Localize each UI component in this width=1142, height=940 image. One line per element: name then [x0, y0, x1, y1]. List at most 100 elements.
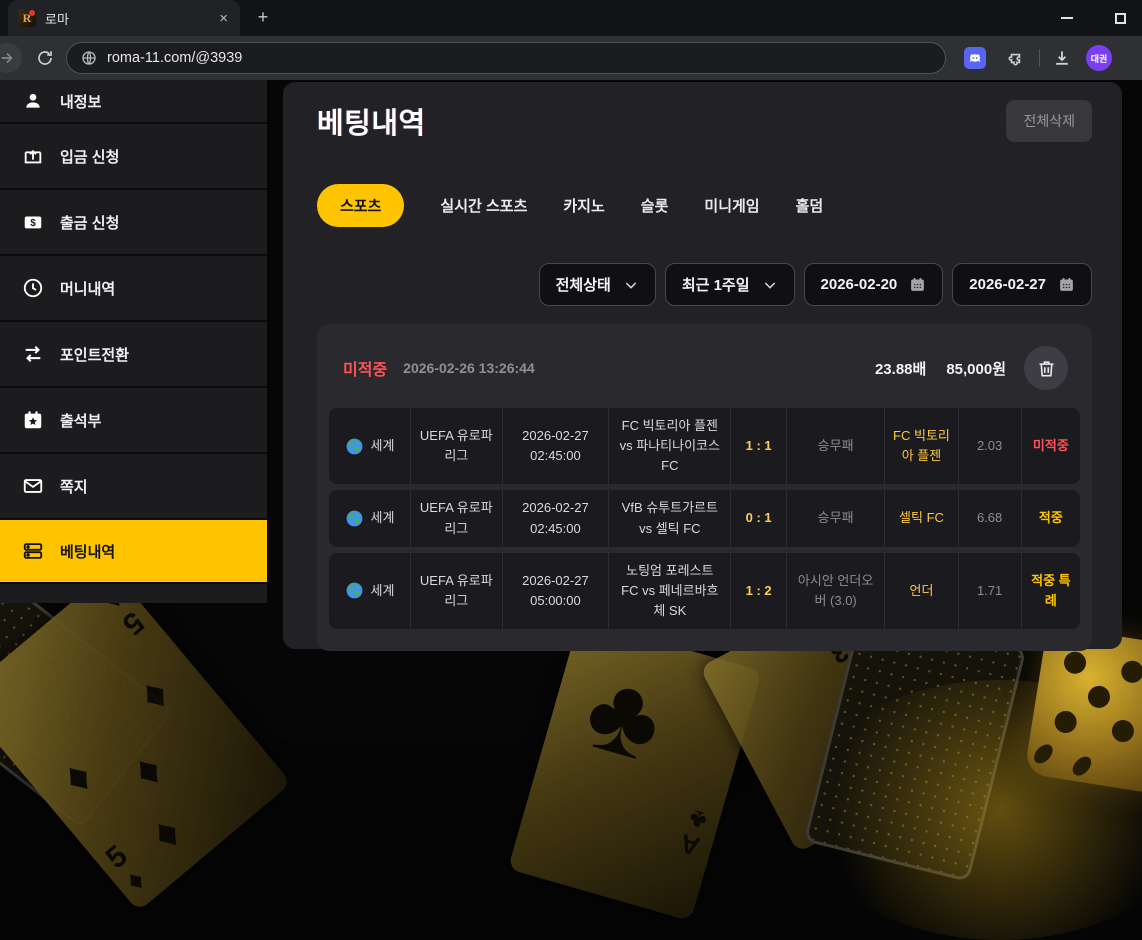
odds-cell: 1.71 [958, 553, 1021, 629]
delete-all-button[interactable]: 전체삭제 [1006, 100, 1092, 142]
tab-sports[interactable]: 스포츠 [317, 184, 404, 227]
start-time-cell: 2026-02-27 02:45:00 [502, 408, 609, 484]
svg-text:$: $ [30, 218, 36, 229]
start-time-cell: 2026-02-27 02:45:00 [502, 490, 609, 546]
withdraw-icon: $ [22, 211, 44, 233]
site-favicon-icon: R [18, 9, 36, 27]
date-from-picker[interactable]: 2026-02-20 [804, 263, 944, 306]
bet-rows: 세계 UEFA 유로파 리그 2026-02-27 02:45:00 FC 빅토… [329, 408, 1080, 629]
profile-avatar[interactable]: 대권 [1086, 45, 1112, 71]
extensions-puzzle-icon[interactable] [1006, 49, 1025, 68]
pick-cell: FC 빅토리아 플젠 [884, 408, 957, 484]
region-cell: 세계 [329, 408, 410, 484]
tab-slots[interactable]: 슬롯 [641, 195, 669, 216]
score-cell: 0 : 1 [730, 490, 785, 546]
pick-cell: 언더 [884, 553, 957, 629]
globe-icon [345, 437, 364, 456]
date-to-picker[interactable]: 2026-02-27 [952, 263, 1092, 306]
new-tab-button[interactable]: + [252, 7, 274, 29]
chevron-down-icon [623, 277, 639, 293]
league-cell: UEFA 유로파 리그 [410, 408, 502, 484]
match-cell: 노팅엄 포레스트 FC vs 페네르바흐체 SK [608, 553, 730, 629]
market-cell: 아시안 언더오버 (3.0) [786, 553, 885, 629]
filter-row: 전체상태 최근 1주일 2026-02-20 2026-02-27 [317, 263, 1092, 306]
page-background: 5♦ 5♦ ♦ ♦ ♦ ♦ ♣ A♣ 3♣ 내정보 [0, 80, 1142, 741]
trash-icon [1036, 358, 1057, 379]
browser-tab-bar: R 로마 × + [0, 0, 1142, 36]
window-maximize-button[interactable] [1115, 13, 1126, 24]
sidebar-item-deposit[interactable]: 입금 신청 [0, 124, 267, 190]
forward-arrow-icon [0, 49, 16, 67]
status-filter-dropdown[interactable]: 전체상태 [539, 263, 656, 306]
pick-cell: 셀틱 FC [884, 490, 957, 546]
address-bar[interactable]: roma-11.com/@3939 [66, 42, 946, 74]
match-cell: FC 빅토리아 플젠 vs 파나티나이코스 FC [608, 408, 730, 484]
result-cell: 적중 [1021, 490, 1080, 546]
globe-icon [345, 581, 364, 600]
odds-cell: 2.03 [958, 408, 1021, 484]
bet-status-badge: 미적중 [343, 356, 387, 380]
odds-cell: 6.68 [958, 490, 1021, 546]
category-tabs: 스포츠 실시간 스포츠 카지노 슬롯 미니게임 홀덤 [317, 184, 1092, 227]
page-title: 베팅내역 [317, 100, 426, 142]
bet-list-icon [22, 540, 44, 562]
tab-title: 로마 [45, 9, 208, 28]
window-minimize-button[interactable] [1061, 17, 1073, 19]
tab-holdem[interactable]: 홀덤 [796, 195, 824, 216]
sidebar: 내정보 입금 신청 $ 출금 신청 머니내역 포인트전환 [0, 80, 267, 603]
sidebar-item-label: 쪽지 [60, 476, 88, 497]
discord-extension-icon[interactable] [964, 47, 986, 69]
bet-slip-header: 미적중 2026-02-26 13:26:44 23.88배 85,000원 [329, 346, 1080, 390]
sidebar-item-attendance[interactable]: 출석부 [0, 388, 267, 454]
sidebar-item-money-history[interactable]: 머니내역 [0, 256, 267, 322]
bet-slip-card: 미적중 2026-02-26 13:26:44 23.88배 85,000원 세… [317, 324, 1092, 651]
download-icon [1052, 48, 1072, 68]
sidebar-item-betting-history[interactable]: 베팅내역 [0, 520, 267, 584]
bet-row: 세계 UEFA 유로파 리그 2026-02-27 02:45:00 VfB 슈… [329, 490, 1080, 546]
calendar-star-icon [22, 409, 44, 431]
forward-button[interactable] [0, 43, 22, 73]
sidebar-item-label: 입금 신청 [60, 146, 119, 167]
sidebar-item-label: 출금 신청 [60, 212, 119, 233]
sidebar-item-my-info[interactable]: 내정보 [0, 80, 267, 124]
tab-casino[interactable]: 카지노 [563, 195, 604, 216]
refresh-icon [36, 49, 54, 67]
tab-live-sports[interactable]: 실시간 스포츠 [440, 195, 527, 216]
download-button[interactable] [1052, 48, 1072, 68]
sidebar-item-withdraw[interactable]: $ 출금 신청 [0, 190, 267, 256]
score-cell: 1 : 1 [730, 408, 785, 484]
total-odds-value: 23.88배 [875, 358, 926, 379]
league-cell: UEFA 유로파 리그 [410, 490, 502, 546]
period-filter-dropdown[interactable]: 최근 1주일 [665, 263, 795, 306]
match-cell: VfB 슈투트가르트 vs 셀틱 FC [608, 490, 730, 546]
toolbar-separator [1039, 49, 1040, 67]
sidebar-item-label: 내정보 [60, 91, 101, 112]
calendar-icon [1058, 276, 1075, 293]
league-cell: UEFA 유로파 리그 [410, 553, 502, 629]
close-tab-icon[interactable]: × [217, 10, 230, 27]
chevron-down-icon [762, 277, 778, 293]
deposit-icon [22, 145, 44, 167]
result-cell: 적중 특례 [1021, 553, 1080, 629]
market-cell: 승무패 [786, 490, 885, 546]
result-cell: 미적중 [1021, 408, 1080, 484]
sidebar-item-label: 베팅내역 [60, 541, 115, 562]
score-cell: 1 : 2 [730, 553, 785, 629]
market-cell: 승무패 [786, 408, 885, 484]
site-info-globe-icon[interactable] [81, 50, 97, 66]
bet-row: 세계 UEFA 유로파 리그 2026-02-27 02:45:00 FC 빅토… [329, 408, 1080, 484]
sidebar-item-messages[interactable]: 쪽지 [0, 454, 267, 520]
calendar-icon [909, 276, 926, 293]
sidebar-item-point-transfer[interactable]: 포인트전환 [0, 322, 267, 388]
tab-minigame[interactable]: 미니게임 [704, 195, 759, 216]
sidebar-item-label: 출석부 [60, 410, 101, 431]
region-cell: 세계 [329, 553, 410, 629]
stake-amount: 85,000원 [946, 358, 1006, 379]
url-text[interactable]: roma-11.com/@3939 [107, 50, 242, 66]
sidebar-item-label: 머니내역 [60, 278, 115, 299]
delete-bet-button[interactable] [1024, 346, 1068, 390]
betting-history-panel: 베팅내역 전체삭제 스포츠 실시간 스포츠 카지노 슬롯 미니게임 홀덤 전체상… [283, 82, 1122, 649]
start-time-cell: 2026-02-27 05:00:00 [502, 553, 609, 629]
refresh-button[interactable] [36, 49, 54, 67]
browser-tab[interactable]: R 로마 × [8, 0, 240, 36]
